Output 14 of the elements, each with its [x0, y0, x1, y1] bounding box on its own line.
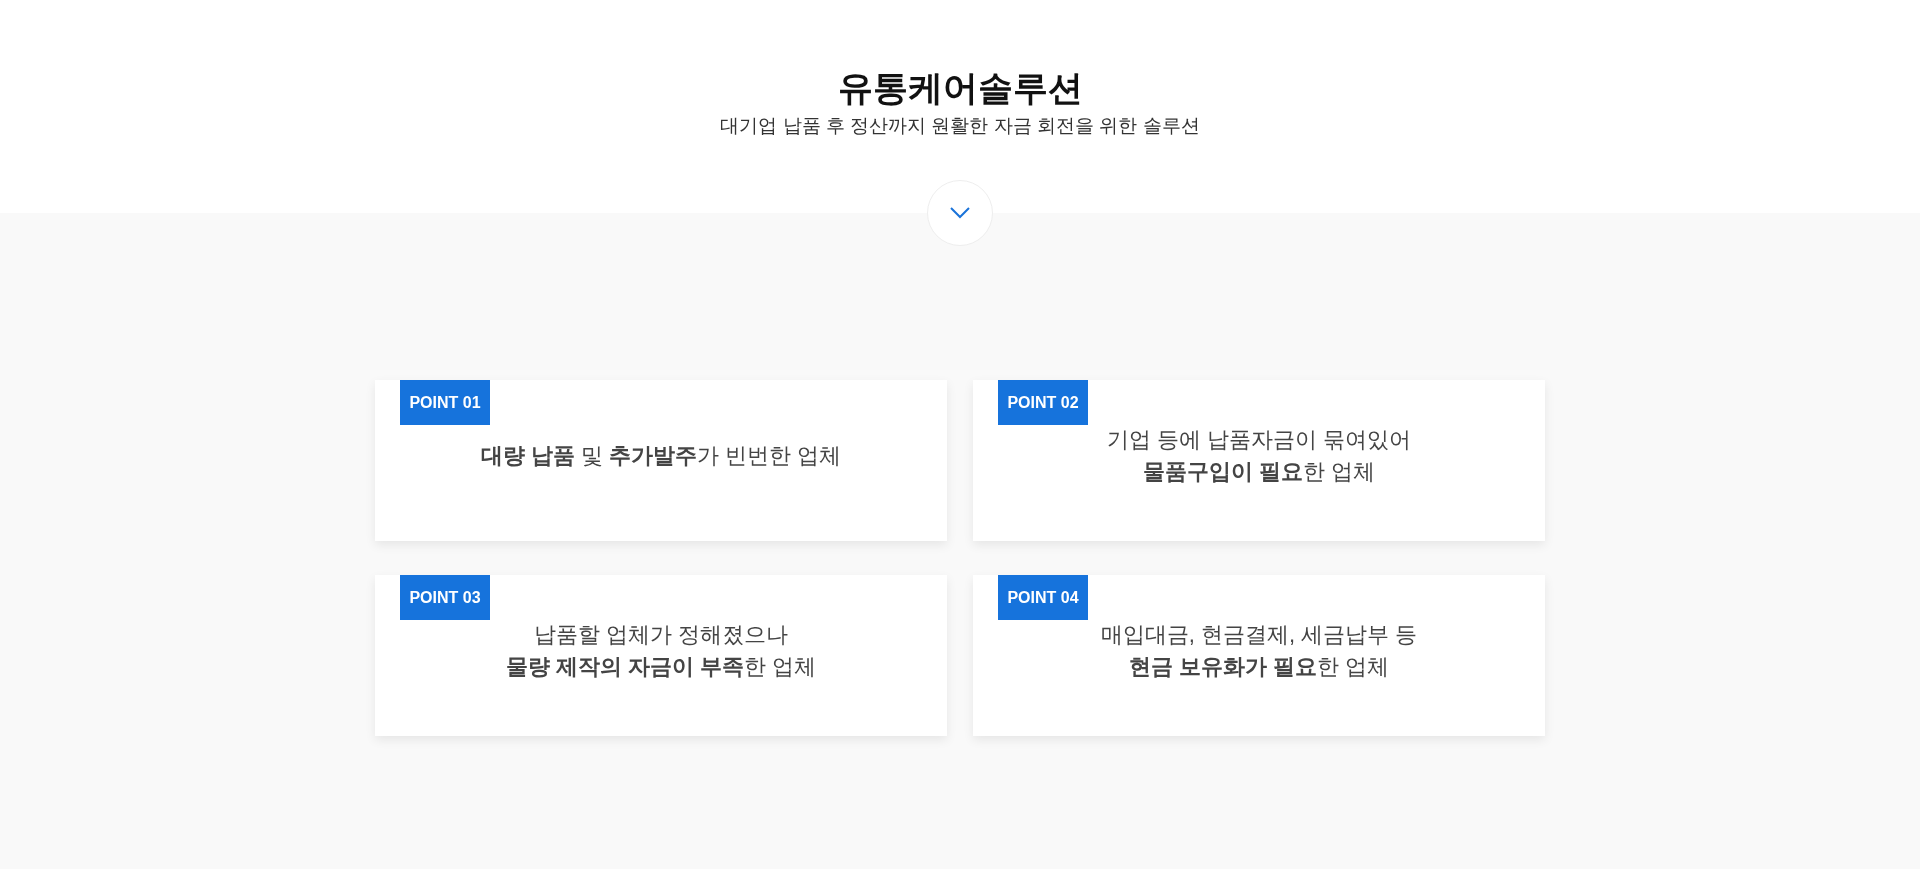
section-title: 유통케어솔루션	[837, 67, 1083, 109]
point-description: 물량 제작의 자금이 부족한 업체	[505, 652, 817, 681]
point-description: 납품할 업체가 정해졌으나	[533, 620, 789, 649]
point-description: 매입대금, 현금결제, 세금납부 등	[1100, 620, 1418, 649]
point-badge: POINT 03	[400, 575, 490, 620]
point-description: 현금 보유화가 필요한 업체	[1128, 652, 1390, 681]
point-badge: POINT 04	[998, 575, 1088, 620]
section-subtitle: 대기업 납품 후 정산까지 원활한 자금 회전을 위한 솔루션	[720, 114, 1200, 138]
point-badge: POINT 02	[998, 380, 1088, 425]
point-description: 물품구입이 필요한 업체	[1142, 457, 1376, 486]
point-badge: POINT 01	[400, 380, 490, 425]
point-description: 대량 납품 및 추가발주가 빈번한 업체	[480, 441, 842, 470]
point-description: 기업 등에 납품자금이 묶여있어	[1106, 425, 1412, 454]
chevron-down-icon	[950, 207, 970, 219]
